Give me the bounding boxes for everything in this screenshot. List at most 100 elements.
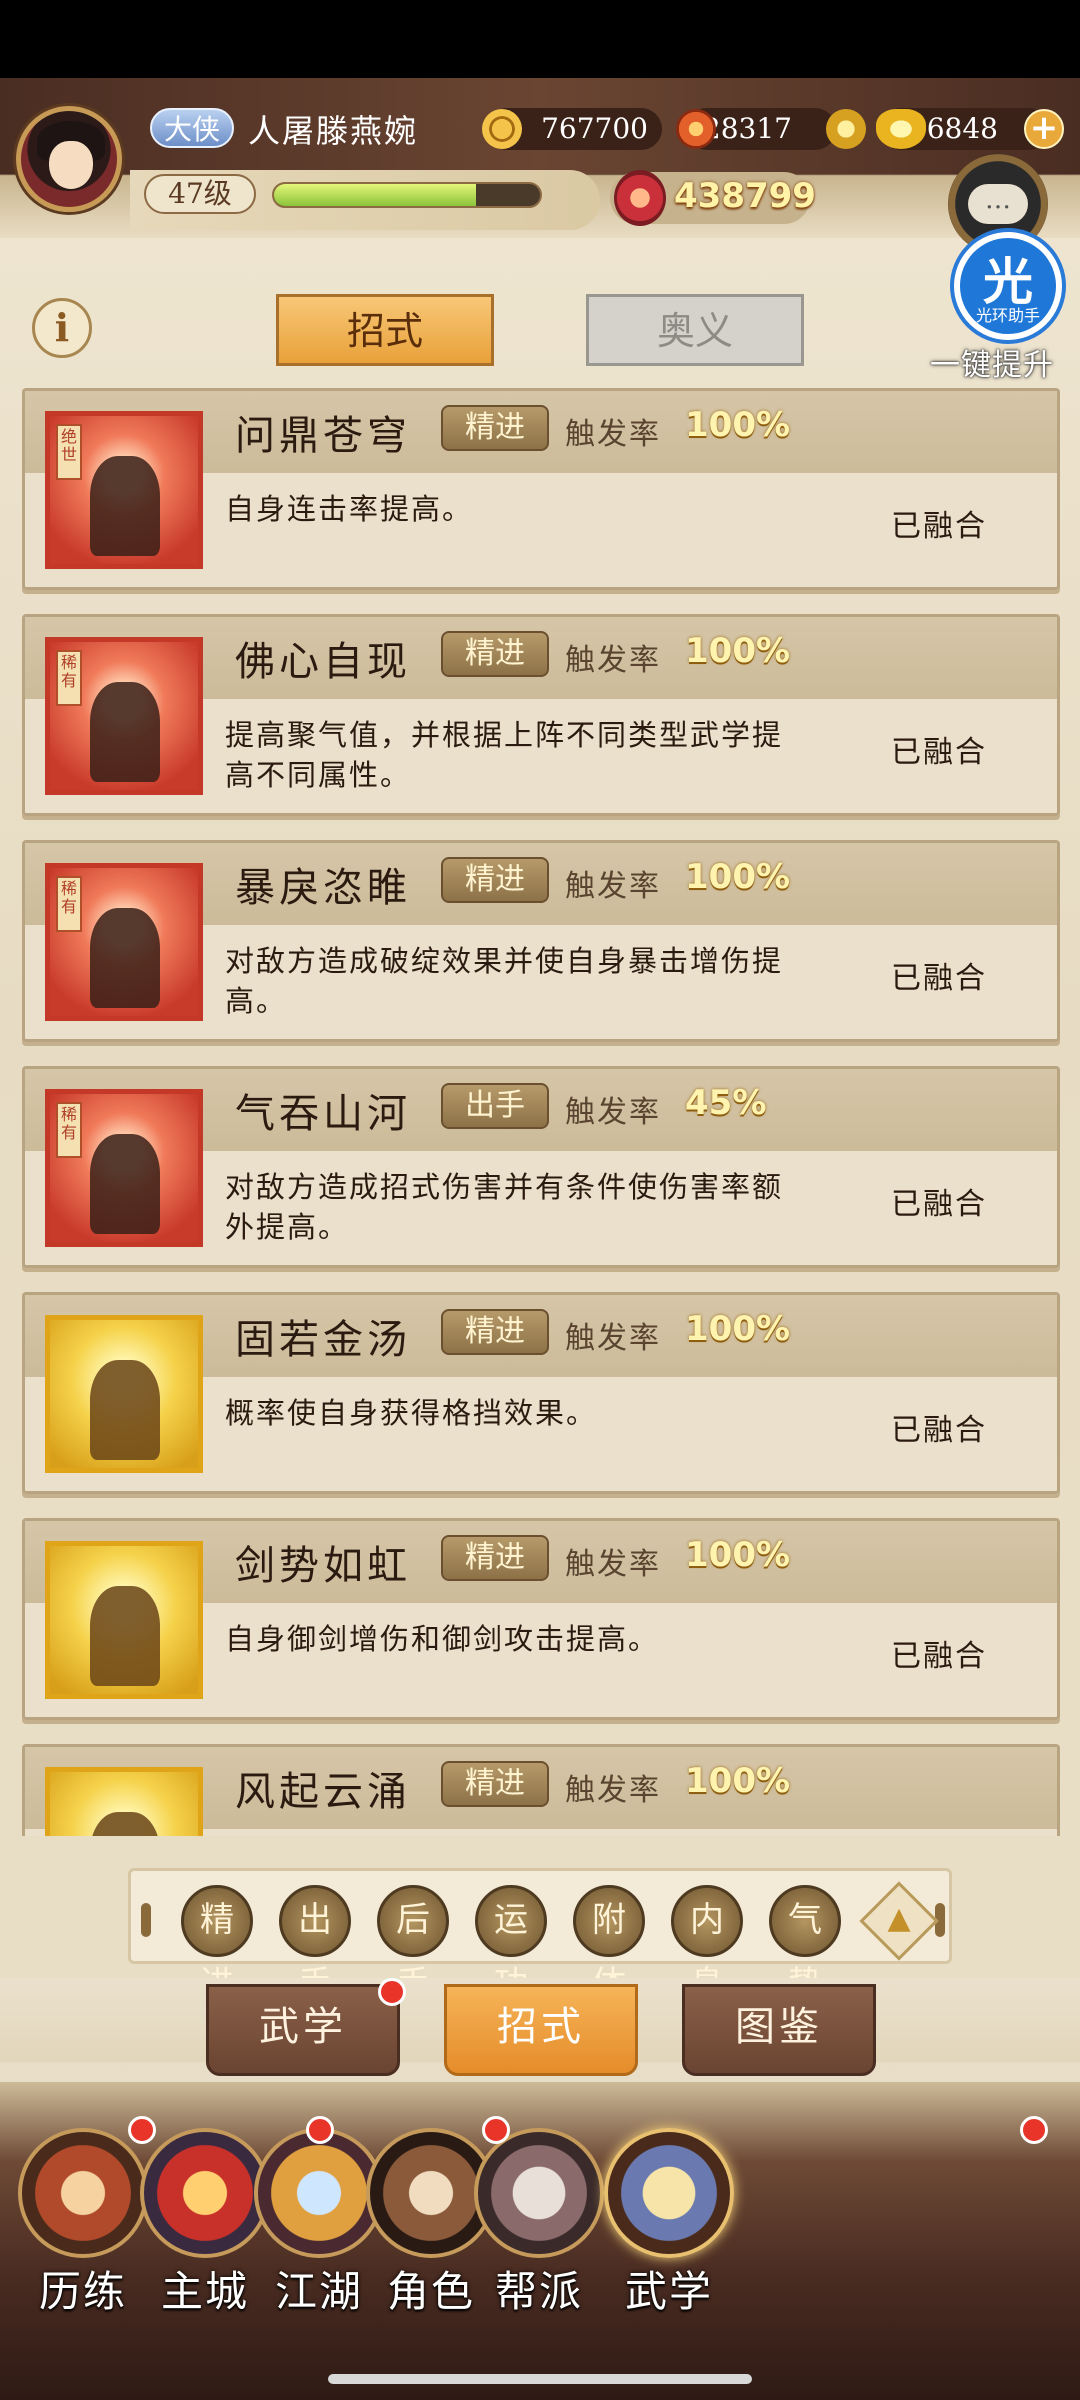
- chat-icon: …: [968, 184, 1028, 224]
- skill-card[interactable]: 稀有 佛心自现 精进 触发率 100% 提高聚气值，并根据上阵不同类型武学提高不…: [22, 614, 1060, 816]
- status-bar: [0, 0, 1080, 78]
- skill-name: 佛心自现: [235, 639, 411, 685]
- skill-name: 问鼎苍穹: [235, 413, 411, 459]
- skill-type-badge: 精进: [441, 1761, 549, 1807]
- notification-dot: [378, 1978, 406, 2006]
- skill-icon[interactable]: 稀有: [45, 637, 203, 795]
- player-name: 人屠滕燕婉: [248, 112, 419, 150]
- notification-dot: [128, 2116, 156, 2144]
- skill-card[interactable]: 绝世 问鼎苍穹 精进 触发率 100% 自身连击率提高。 已融合: [22, 388, 1060, 590]
- skill-type-badge: 精进: [441, 1309, 549, 1355]
- fusion-status: 已融合: [891, 1187, 987, 1222]
- skill-description: 概率使自身获得格挡效果。: [225, 1396, 598, 1430]
- skill-card[interactable]: 风起云涌 精进 触发率 100%: [22, 1744, 1060, 1836]
- add-gold-icon[interactable]: +: [1024, 109, 1064, 149]
- skill-name: 暴戾恣睢: [235, 865, 411, 911]
- trigger-rate: 100%: [685, 1761, 791, 1801]
- flame-icon: [676, 109, 716, 149]
- tab-secrets[interactable]: 奥义: [586, 294, 804, 366]
- skill-name: 风起云涌: [235, 1769, 411, 1815]
- rarity-tag: 稀有: [56, 650, 82, 706]
- skill-type-badge: 精进: [441, 405, 549, 451]
- fusion-status: 已融合: [891, 735, 987, 770]
- trigger-rate: 100%: [685, 1309, 791, 1349]
- nav-icon: [604, 2128, 734, 2258]
- fusion-status: 已融合: [891, 1639, 987, 1674]
- trigger-label: 触发率: [565, 643, 661, 678]
- skill-name: 剑势如虹: [235, 1543, 411, 1589]
- filter-chip[interactable]: 出手: [279, 1885, 351, 2004]
- skill-icon[interactable]: 绝世: [45, 411, 203, 569]
- nav-item[interactable]: 武学: [594, 2118, 744, 2318]
- silver-ingot-icon: [826, 109, 866, 149]
- tab-moves[interactable]: 招式: [276, 294, 494, 366]
- helper-badge[interactable]: 光 光环助手: [950, 228, 1066, 344]
- rank-badge: 大侠: [150, 108, 234, 148]
- trigger-label: 触发率: [565, 1547, 661, 1582]
- skill-icon[interactable]: 稀有: [45, 863, 203, 1021]
- subtab-collection[interactable]: 图鉴: [682, 1984, 876, 2076]
- nav-icon: [474, 2128, 604, 2258]
- skill-card[interactable]: 剑势如虹 精进 触发率 100% 自身御剑增伤和御剑攻击提高。 已融合: [22, 1518, 1060, 1720]
- fusion-status: 已融合: [891, 1413, 987, 1448]
- skill-icon[interactable]: [45, 1767, 203, 1836]
- skill-description: 自身连击率提高。: [225, 492, 474, 526]
- trigger-rate: 100%: [685, 857, 791, 897]
- level-badge: 47级: [144, 174, 256, 214]
- fusion-status: 已融合: [891, 509, 987, 544]
- skill-type-badge: 精进: [441, 631, 549, 677]
- trigger-label: 触发率: [565, 417, 661, 452]
- skill-type-badge: 出手: [441, 1083, 549, 1129]
- skill-list[interactable]: 绝世 问鼎苍穹 精进 触发率 100% 自身连击率提高。 已融合 稀有 佛心自现…: [22, 388, 1062, 1836]
- filter-chip[interactable]: 后手: [377, 1885, 449, 2004]
- chevron-up-icon: ▲: [887, 1901, 911, 1936]
- skill-card[interactable]: 稀有 气吞山河 出手 触发率 45% 对敌方造成招式伤害并有条件使伤害率额外提高…: [22, 1066, 1060, 1268]
- one-click-upgrade-button[interactable]: 一键提升: [930, 340, 1054, 384]
- skill-icon[interactable]: 稀有: [45, 1089, 203, 1247]
- power-value: 438799: [674, 176, 816, 216]
- notification-dot: [1020, 2116, 1048, 2144]
- trigger-rate: 100%: [685, 631, 791, 671]
- nav-item[interactable]: 帮派: [464, 2118, 614, 2318]
- filter-chip[interactable]: 气势: [769, 1885, 841, 2004]
- subtab-moves[interactable]: 招式: [444, 1984, 638, 2076]
- skill-card[interactable]: 固若金汤 精进 触发率 100% 概率使自身获得格挡效果。 已融合: [22, 1292, 1060, 1494]
- helper-logo-label: 光环助手: [975, 306, 1040, 325]
- notification-dot: [306, 2116, 334, 2144]
- rarity-tag: 稀有: [56, 876, 82, 932]
- nav-label: 帮派: [494, 2267, 583, 2316]
- filter-chip[interactable]: 附体: [573, 1885, 645, 2004]
- player-avatar[interactable]: [16, 106, 122, 212]
- subtab-martial-arts[interactable]: 武学: [206, 1984, 400, 2076]
- skill-description: 提高聚气值，并根据上阵不同类型武学提高不同属性。: [225, 718, 784, 792]
- skill-name: 固若金汤: [235, 1317, 411, 1363]
- skill-icon[interactable]: [45, 1541, 203, 1699]
- exp-bar: [272, 182, 542, 208]
- skill-description: 自身御剑增伤和御剑攻击提高。: [225, 1622, 660, 1656]
- filter-chip[interactable]: 内息: [671, 1885, 743, 2004]
- trigger-label: 触发率: [565, 1773, 661, 1808]
- skill-description: 对敌方造成破绽效果并使自身暴击增伤提高。: [225, 944, 784, 1018]
- rarity-tag: 绝世: [56, 424, 82, 480]
- trigger-rate: 45%: [685, 1083, 767, 1123]
- nav-icon: [18, 2128, 148, 2258]
- filter-chip[interactable]: 精进: [181, 1885, 253, 2004]
- power-icon: [614, 170, 666, 226]
- skill-type-badge: 精进: [441, 857, 549, 903]
- skill-card[interactable]: 稀有 暴戾恣睢 精进 触发率 100% 对敌方造成破绽效果并使自身暴击增伤提高。…: [22, 840, 1060, 1042]
- filter-chip[interactable]: 运功: [475, 1885, 547, 2004]
- rarity-tag: 稀有: [56, 1102, 82, 1158]
- trigger-label: 触发率: [565, 1095, 661, 1130]
- skill-icon[interactable]: [45, 1315, 203, 1473]
- app-screen: 大侠 人屠滕燕婉 47级 767700 28317 6848 + 438799 …: [0, 78, 1080, 2400]
- trigger-rate: 100%: [685, 405, 791, 445]
- trigger-rate: 100%: [685, 1535, 791, 1575]
- fusion-status: 已融合: [891, 961, 987, 996]
- skill-type-badge: 精进: [441, 1535, 549, 1581]
- info-icon[interactable]: i: [32, 298, 92, 358]
- top-header: [0, 78, 1080, 238]
- skill-name: 气吞山河: [235, 1091, 411, 1137]
- skill-description: 对敌方造成招式伤害并有条件使伤害率额外提高。: [225, 1170, 784, 1244]
- home-indicator: [328, 2374, 752, 2384]
- nav-label: 武学: [624, 2267, 713, 2316]
